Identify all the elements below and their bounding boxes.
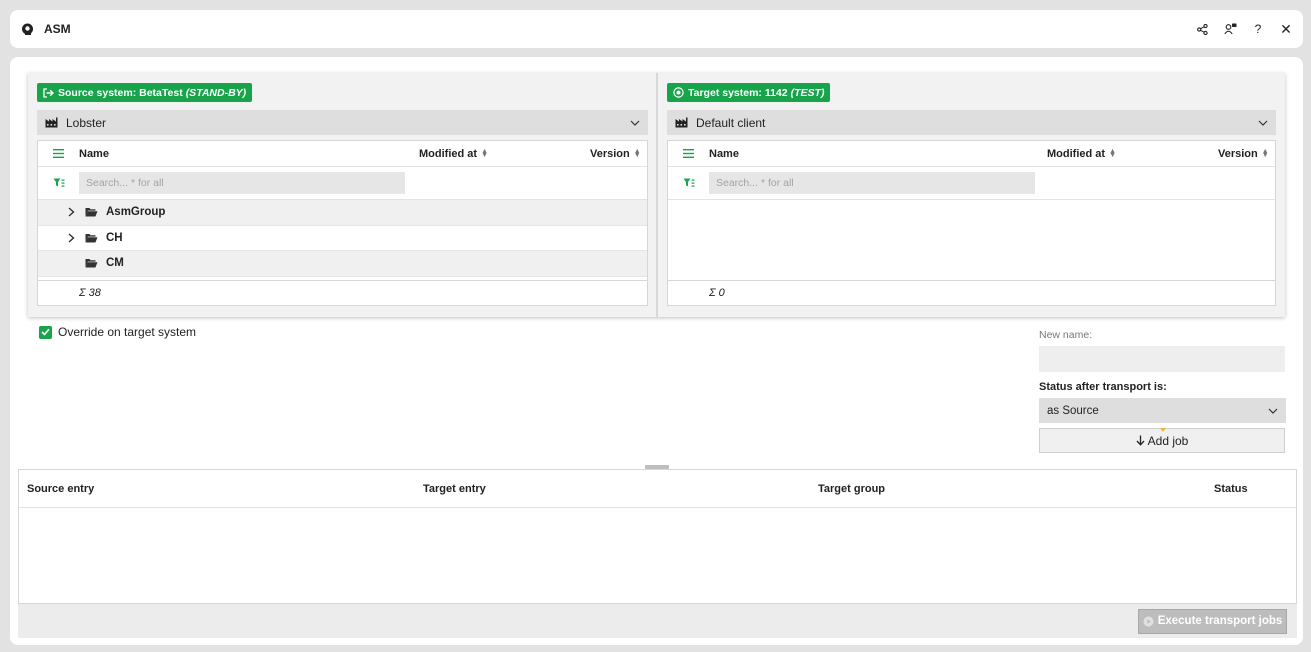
main-panel: Source system: BetaTest (STAND-BY) Lobst… (10, 57, 1303, 645)
sort-icon: ▲ ▼ (633, 147, 641, 159)
source-filter-row (38, 167, 647, 200)
chevron-down-icon (1268, 408, 1278, 414)
execute-label: Execute transport jobs (1157, 615, 1283, 627)
column-menu-icon[interactable] (38, 149, 79, 158)
app-logo-icon (20, 22, 34, 36)
source-system-mode: (STAND-BY) (185, 86, 247, 99)
tree-row[interactable]: CH (38, 226, 647, 251)
source-client-value: Lobster (66, 115, 107, 130)
column-header-version-label: Version (1218, 147, 1258, 160)
column-header-version-label: Version (590, 147, 630, 160)
tree-row-label: CH (106, 231, 123, 244)
override-checkbox[interactable] (39, 325, 52, 339)
column-header-target-entry[interactable]: Target entry (423, 483, 818, 495)
source-tree-grid: Name Modified at▲▼ Version▲▼ AsmGroup (37, 140, 648, 306)
source-grid-header: Name Modified at ▲ ▼ Version ▲ ▼ (38, 141, 647, 167)
target-grid-header: Name Modified at ▲ ▼ Version ▲ ▼ (668, 141, 1275, 167)
systems-panel: Source system: BetaTest (STAND-BY) Lobst… (28, 73, 1285, 317)
source-search-input[interactable] (79, 172, 405, 194)
tree-row-label: AsmGroup (106, 206, 166, 219)
tree-row[interactable]: AsmGroup (38, 200, 647, 226)
source-count: Σ 38 (38, 280, 647, 305)
indicator-marker (1160, 428, 1166, 432)
target-filter-row (668, 167, 1275, 200)
tree-row[interactable]: CM (38, 251, 647, 277)
target-icon (673, 87, 684, 98)
column-header-modified-label: Modified at (419, 147, 478, 160)
source-system-badge: Source system: BetaTest (STAND-BY) (37, 83, 253, 102)
target-tree-grid: Name Modified at▲▼ Version▲▼ Σ 0 (667, 140, 1276, 306)
chevron-right-icon[interactable] (38, 207, 79, 217)
factory-icon (45, 117, 58, 128)
chevron-down-icon (1258, 120, 1268, 126)
play-circle-icon (1143, 616, 1154, 627)
column-header-name[interactable]: Name (709, 148, 1047, 160)
source-system-pane: Source system: BetaTest (STAND-BY) Lobst… (28, 73, 656, 317)
target-search-input[interactable] (709, 172, 1035, 194)
chevron-right-icon[interactable] (38, 233, 79, 243)
column-header-modified[interactable]: Modified at ▲ ▼ (1047, 148, 1218, 160)
target-system-badge: Target system: 1142 (TEST) (667, 83, 831, 102)
arrow-down-icon (1136, 435, 1145, 446)
add-job-button[interactable]: Add job (1039, 428, 1285, 453)
jobs-footer: Execute transport jobs (18, 604, 1297, 638)
column-header-target-group[interactable]: Target group (818, 483, 1214, 495)
sort-icon: ▲ ▼ (1261, 147, 1269, 159)
sort-icon: ▲ ▼ (481, 147, 488, 159)
override-option[interactable]: Override on target system (39, 325, 196, 339)
tree-row-label: CM (106, 257, 124, 270)
user-chat-icon[interactable] (1223, 22, 1237, 36)
add-job-label: Add job (1147, 433, 1189, 448)
target-count: Σ 0 (668, 280, 1275, 305)
status-label: Status after transport is: (1039, 381, 1167, 393)
new-name-label: New name: (1039, 329, 1093, 341)
folder-open-icon (85, 207, 98, 217)
target-system-pane: Target system: 1142 (TEST) Default clien… (656, 73, 1284, 317)
column-header-modified[interactable]: Modified at ▲ ▼ (419, 148, 590, 160)
column-header-status[interactable]: Status (1214, 483, 1284, 495)
status-select-value: as Source (1047, 404, 1099, 417)
sign-out-icon (43, 87, 54, 98)
target-client-select[interactable]: Default client (667, 110, 1276, 135)
folder-open-icon (85, 258, 98, 268)
execute-transport-jobs-button[interactable]: Execute transport jobs (1138, 608, 1287, 634)
override-label: Override on target system (58, 325, 197, 339)
share-icon[interactable] (1195, 22, 1209, 36)
status-select[interactable]: as Source (1039, 398, 1286, 423)
source-client-select[interactable]: Lobster (37, 110, 648, 135)
column-header-source-entry[interactable]: Source entry (27, 483, 423, 495)
source-system-name: Source system: BetaTest (58, 86, 183, 99)
help-icon[interactable]: ? (1251, 22, 1265, 36)
close-icon[interactable]: ✕ (1279, 21, 1293, 37)
window-title: ASM (44, 22, 71, 36)
sort-icon: ▲ ▼ (1109, 147, 1116, 159)
column-header-name[interactable]: Name (79, 148, 419, 160)
target-system-mode: (TEST) (790, 86, 825, 99)
title-bar: ASM ? ✕ (10, 10, 1303, 48)
column-menu-icon[interactable] (668, 149, 709, 158)
factory-icon (675, 117, 688, 128)
transport-options-form: New name: Status after transport is: as … (1039, 329, 1286, 453)
jobs-table: Source entry Target entry Target group S… (18, 469, 1297, 604)
chevron-down-icon (630, 120, 640, 126)
column-header-version[interactable]: Version ▲ ▼ (590, 148, 647, 160)
filter-icon[interactable] (38, 178, 79, 188)
target-client-value: Default client (696, 115, 766, 130)
column-header-modified-label: Modified at (1047, 147, 1106, 160)
new-name-input[interactable] (1039, 346, 1285, 372)
target-system-name: Target system: 1142 (688, 86, 788, 99)
filter-icon[interactable] (668, 178, 709, 188)
folder-open-icon (85, 233, 98, 243)
jobs-table-header: Source entry Target entry Target group S… (19, 470, 1296, 508)
column-header-version[interactable]: Version ▲ ▼ (1218, 148, 1275, 160)
